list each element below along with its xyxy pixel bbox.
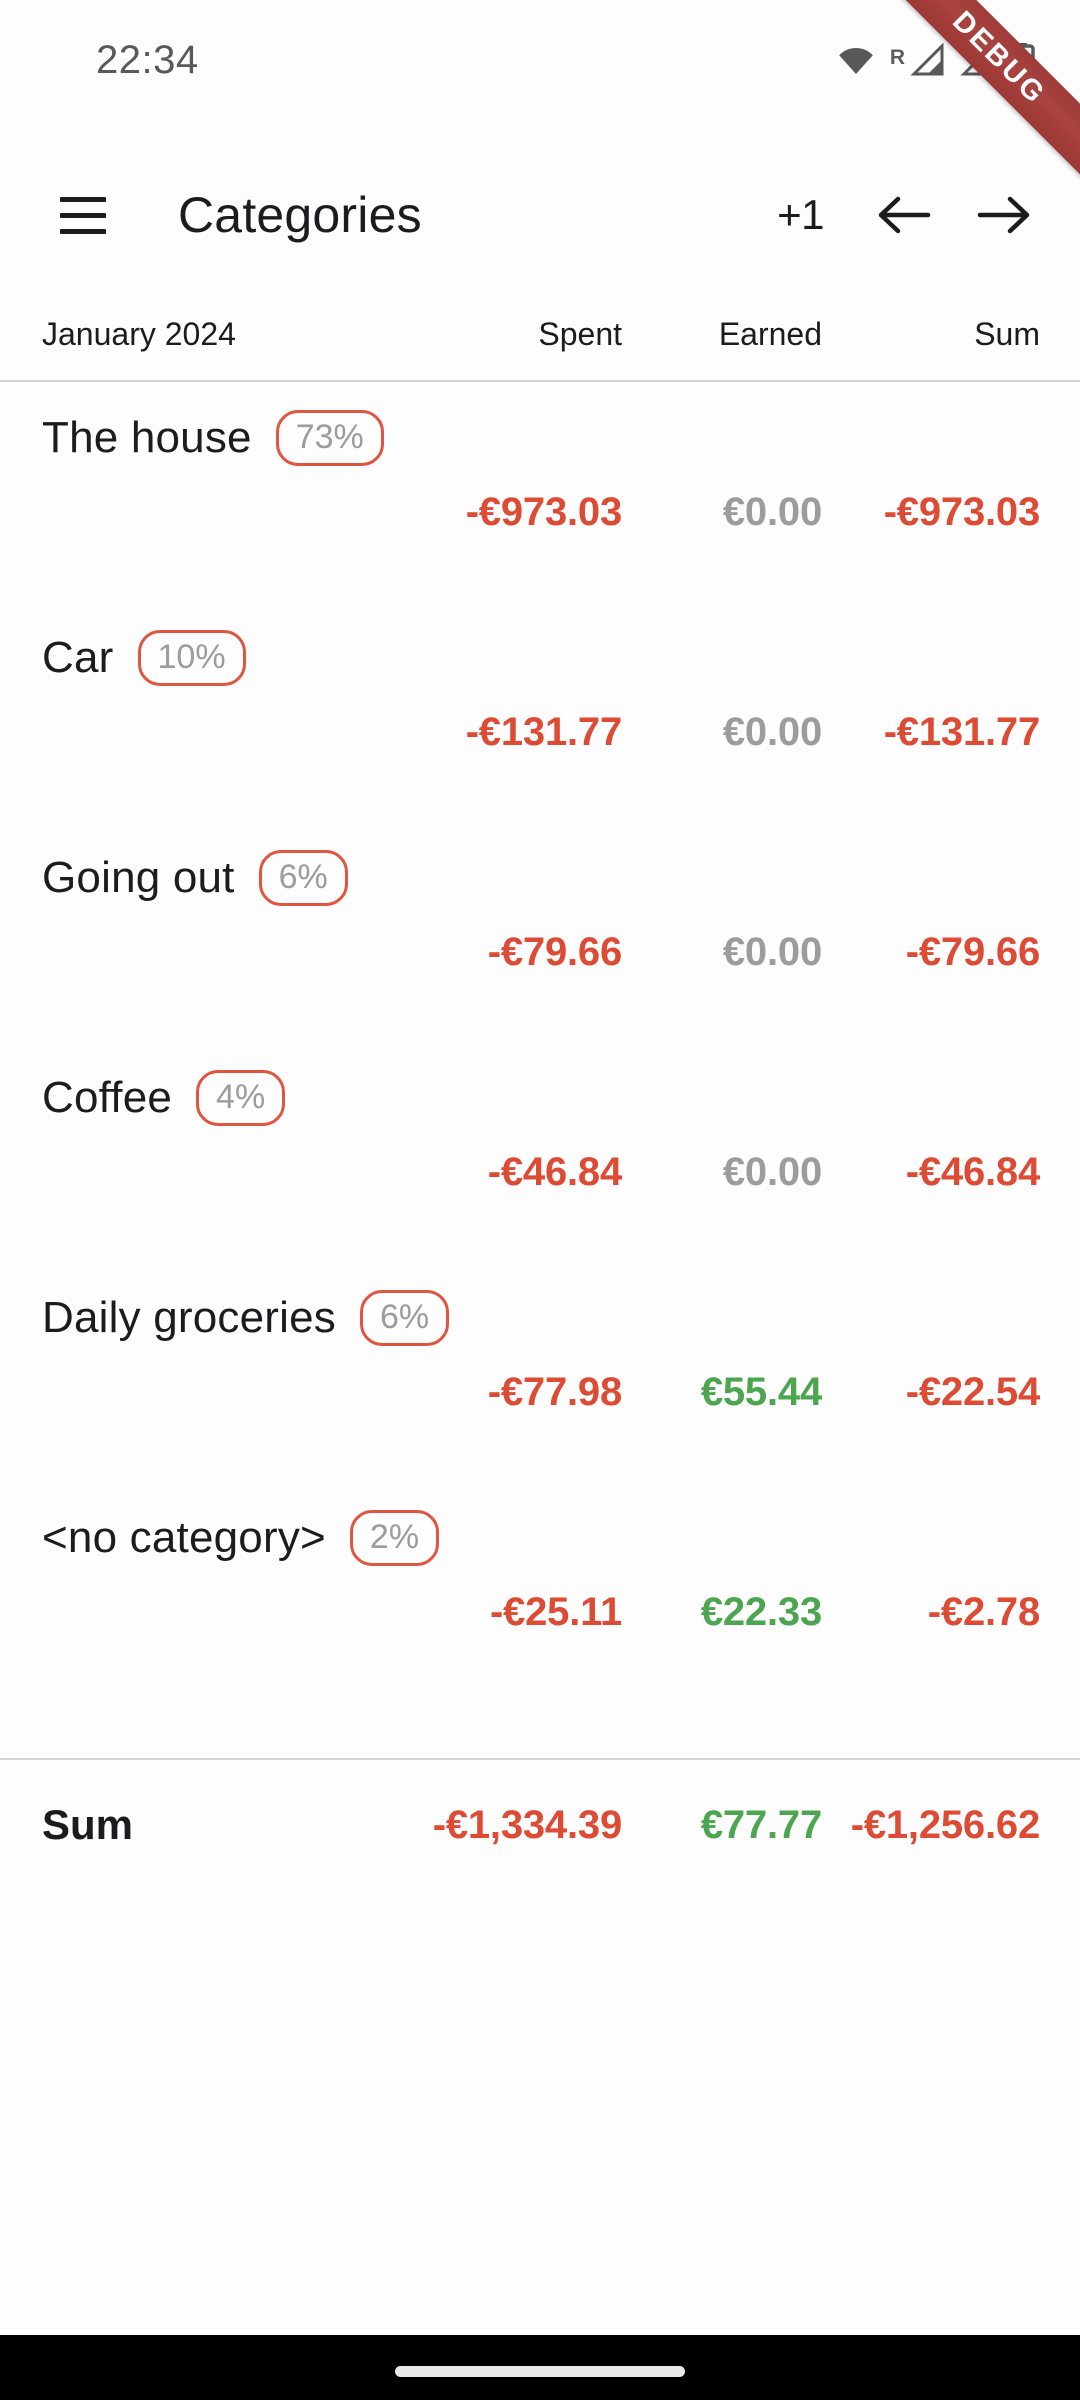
app-screen: 22:34 R DEBUG Categories +1 January 2024… — [0, 0, 1080, 2400]
cell-earned: €0.00 — [722, 1150, 822, 1194]
cell-spent: -€46.84 — [487, 1150, 622, 1194]
percentage-badge: 2% — [349, 1510, 440, 1567]
cell-spent: -€131.77 — [465, 710, 623, 754]
cell-earned: €0.00 — [722, 710, 822, 754]
category-header-line: Car 10% — [42, 630, 1040, 687]
column-header-period: January 2024 — [42, 315, 236, 352]
table-row[interactable]: Car 10% -€131.77 €0.00 -€131.77 — [0, 602, 1080, 822]
footer-sum: -€1,256.62 — [850, 1802, 1040, 1847]
signal-1-icon — [910, 43, 944, 76]
cell-earned: €0.00 — [722, 490, 822, 534]
percentage-badge: 6% — [359, 1290, 450, 1347]
category-values: -€131.77 €0.00 -€131.77 — [42, 710, 1041, 755]
cell-sum: -€79.66 — [905, 930, 1040, 974]
status-clock: 22:34 — [96, 37, 199, 82]
column-header-spent: Spent — [538, 315, 622, 352]
category-name: <no category> — [42, 1513, 326, 1563]
cell-sum: -€131.77 — [883, 710, 1041, 754]
category-name: Going out — [42, 853, 235, 903]
category-values: -€79.66 €0.00 -€79.66 — [42, 930, 1040, 975]
category-values: -€46.84 €0.00 -€46.84 — [42, 1150, 1040, 1195]
footer-earned: €77.77 — [700, 1802, 822, 1847]
gesture-home-pill[interactable] — [395, 2366, 685, 2377]
table-row[interactable]: Going out 6% -€79.66 €0.00 -€79.66 — [0, 822, 1080, 1042]
add-month-button[interactable]: +1 — [747, 191, 854, 239]
category-values: -€25.11 €22.33 -€2.78 — [42, 1590, 1040, 1635]
table-column-headers: January 2024 Spent Earned Sum — [0, 288, 1080, 380]
category-name: The house — [42, 413, 252, 463]
cell-spent: -€25.11 — [489, 1590, 622, 1634]
category-values: -€973.03 €0.00 -€973.03 — [42, 490, 1041, 535]
previous-period-button[interactable] — [854, 165, 954, 265]
table-row[interactable]: The house 73% -€973.03 €0.00 -€973.03 — [0, 382, 1080, 602]
cell-earned: €55.44 — [700, 1370, 822, 1414]
cell-sum: -€973.03 — [883, 490, 1041, 534]
menu-bar-1 — [60, 196, 106, 202]
app-bar-actions: +1 — [747, 165, 1080, 265]
app-bar: Categories +1 — [0, 150, 1080, 280]
category-header-line: <no category> 2% — [42, 1510, 1040, 1567]
cell-spent: -€973.03 — [465, 490, 623, 534]
cell-earned: €22.33 — [700, 1590, 822, 1634]
footer-spent: -€1,334.39 — [432, 1802, 622, 1847]
roaming-label: R — [889, 46, 905, 69]
category-header-line: The house 73% — [42, 410, 1040, 467]
wifi-icon — [839, 48, 873, 74]
table-footer-row: Sum -€1,334.39 €77.77 -€1,256.62 — [0, 1760, 1080, 1890]
category-name: Daily groceries — [42, 1293, 336, 1343]
hamburger-menu-icon[interactable] — [40, 172, 126, 258]
category-values: -€77.98 €55.44 -€22.54 — [42, 1370, 1040, 1415]
category-name: Car — [42, 633, 114, 683]
next-period-button[interactable] — [954, 165, 1054, 265]
arrow-left-icon — [878, 196, 931, 234]
table-row[interactable]: Daily groceries 6% -€77.98 €55.44 -€22.5… — [0, 1262, 1080, 1482]
status-bar: 22:34 R — [0, 0, 1080, 120]
cell-sum: -€46.84 — [905, 1150, 1040, 1194]
category-list: The house 73% -€973.03 €0.00 -€973.03 Ca… — [0, 382, 1080, 1702]
arrow-right-icon — [977, 196, 1030, 234]
table-row[interactable]: <no category> 2% -€25.11 €22.33 -€2.78 — [0, 1482, 1080, 1702]
table-row[interactable]: Coffee 4% -€46.84 €0.00 -€46.84 — [0, 1042, 1080, 1262]
cell-spent: -€77.98 — [487, 1370, 622, 1414]
column-header-earned: Earned — [718, 315, 822, 352]
footer-label: Sum — [42, 1801, 134, 1848]
column-header-sum: Sum — [974, 315, 1040, 352]
page-title: Categories — [178, 187, 422, 243]
cell-sum: -€2.78 — [927, 1590, 1040, 1634]
percentage-badge: 6% — [258, 850, 348, 907]
menu-bar-3 — [60, 228, 106, 234]
cell-earned: €0.00 — [722, 930, 822, 974]
category-name: Coffee — [42, 1073, 173, 1123]
percentage-badge: 73% — [275, 410, 384, 467]
system-navigation-bar — [0, 2335, 1080, 2400]
percentage-badge: 4% — [196, 1070, 286, 1127]
cell-sum: -€22.54 — [905, 1370, 1040, 1414]
category-header-line: Daily groceries 6% — [42, 1290, 1040, 1347]
percentage-badge: 10% — [137, 630, 246, 687]
category-header-line: Going out 6% — [42, 850, 1040, 907]
menu-bar-2 — [60, 212, 106, 218]
category-header-line: Coffee 4% — [42, 1070, 1040, 1127]
cell-spent: -€79.66 — [487, 930, 622, 974]
